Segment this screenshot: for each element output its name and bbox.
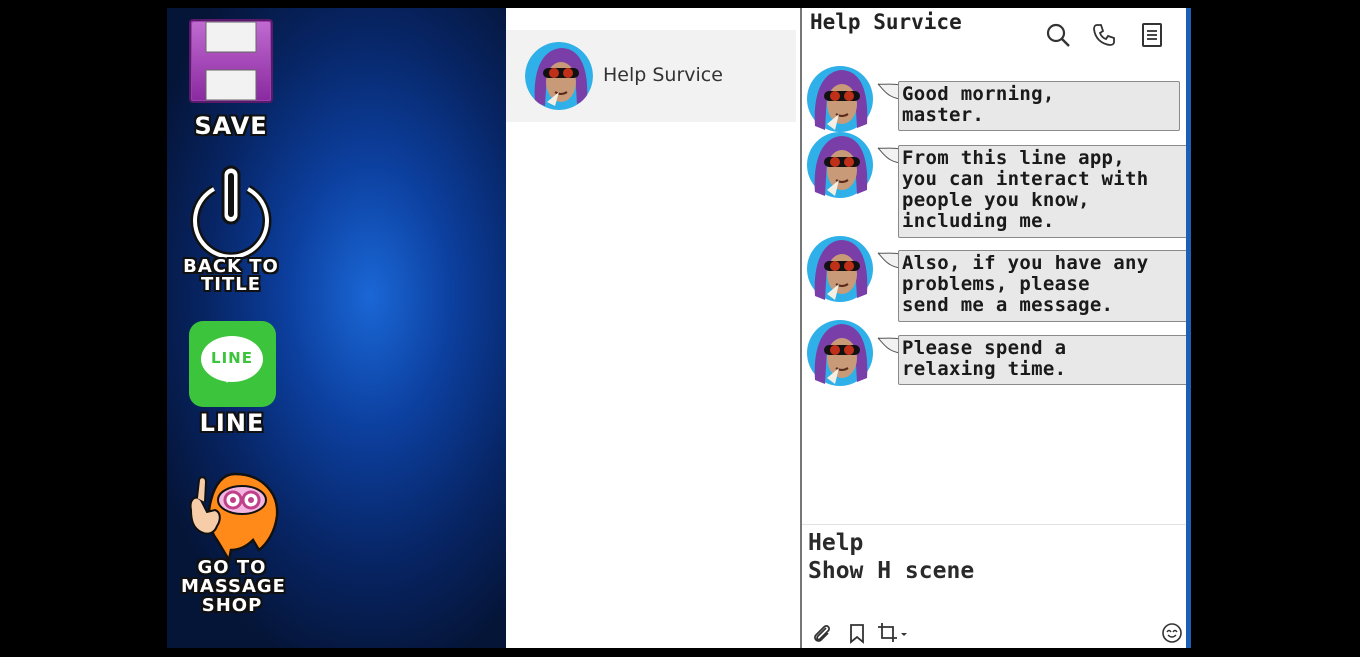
line-label: LINE: [199, 409, 265, 437]
chat-right-edge: [1186, 8, 1191, 648]
contact-list: Help Survice: [506, 8, 800, 648]
crop-icon[interactable]: [877, 622, 909, 644]
massage-shop-label-1: GO TO: [197, 557, 267, 578]
line-app-button[interactable]: LINE LINE: [187, 321, 277, 436]
sender-avatar: [807, 132, 873, 198]
contact-name: Help Survice: [603, 64, 723, 86]
sender-avatar: [807, 320, 873, 386]
notes-icon[interactable]: [1139, 22, 1165, 48]
contact-avatar: [525, 42, 593, 110]
save-button[interactable]: SAVE: [187, 18, 275, 138]
search-icon[interactable]: [1045, 22, 1071, 48]
paperclip-icon[interactable]: [811, 622, 833, 644]
message-bubble: Also, if you have any problems, please s…: [898, 250, 1190, 322]
back-to-title-button[interactable]: BACK TO TITLE: [183, 163, 279, 298]
back-to-title-label-2: TITLE: [200, 274, 262, 295]
floppy-disk-icon: [189, 19, 273, 103]
message-bubble: Please spend a relaxing time.: [898, 335, 1190, 385]
bookmark-icon[interactable]: [846, 622, 868, 644]
power-icon: [190, 165, 272, 262]
input-divider: [802, 524, 1191, 525]
line-logo-icon: LINE: [189, 321, 276, 407]
chat-panel: Help Survice Good morning, master. From …: [800, 8, 1191, 648]
message-bubble: From this line app, you can interact wit…: [898, 145, 1190, 238]
line-logo-text: LINE: [211, 349, 253, 367]
side-menu: SAVE BACK TO TITLE LINE LINE GO TO MASSA…: [167, 8, 506, 648]
phone-icon[interactable]: [1091, 22, 1117, 48]
chat-title: Help Survice: [810, 10, 962, 34]
choice-show-h-scene[interactable]: Show H scene: [808, 558, 974, 584]
contact-item[interactable]: Help Survice: [506, 30, 796, 122]
sender-avatar: [807, 236, 873, 302]
emoji-icon[interactable]: [1161, 622, 1183, 644]
game-window: SAVE BACK TO TITLE LINE LINE GO TO MASSA…: [167, 8, 1191, 648]
sender-avatar: [807, 66, 873, 132]
go-to-massage-shop-button[interactable]: GO TO MASSAGE SHOP: [181, 470, 286, 620]
message-bubble: Good morning, master.: [898, 81, 1180, 131]
choice-help[interactable]: Help: [808, 530, 863, 556]
massage-shop-label-2: MASSAGE: [181, 576, 286, 597]
character-thumbs-up-icon: [189, 472, 279, 562]
massage-shop-label-3: SHOP: [201, 595, 263, 616]
save-label: SAVE: [194, 112, 268, 140]
